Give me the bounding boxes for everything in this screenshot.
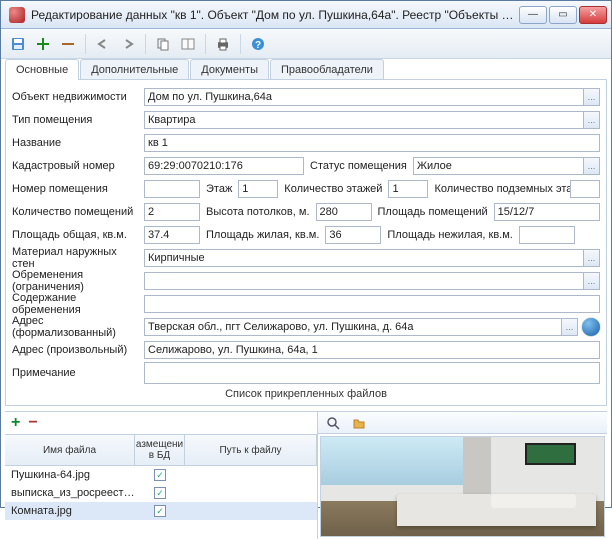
cell-in-db[interactable]: ✓ [135, 469, 185, 482]
toolbar: ? [1, 29, 611, 59]
save-button[interactable] [7, 33, 29, 55]
input-address-formal[interactable]: Тверская обл., пгт Селижарово, ул. Пушки… [144, 318, 562, 336]
table-row[interactable]: Пушкина-64.jpg✓ [5, 466, 317, 484]
redo-button[interactable] [117, 33, 139, 55]
input-note[interactable] [144, 362, 600, 384]
input-address-free[interactable]: Селижарово, ул. Пушкина, 64а, 1 [144, 341, 600, 359]
cell-filename: Пушкина-64.jpg [5, 469, 135, 481]
svg-text:?: ? [255, 40, 261, 51]
attach-add-button[interactable]: + [9, 414, 22, 432]
label-room-number: Номер помещения [12, 183, 144, 195]
tab-additional[interactable]: Дополнительные [80, 59, 189, 80]
input-ceiling[interactable]: 280 [316, 203, 372, 221]
picker-encumbrances[interactable]: … [584, 272, 600, 290]
label-floor-count: Количество этажей [278, 183, 388, 195]
cell-in-db[interactable]: ✓ [135, 505, 185, 518]
delete-button[interactable] [57, 33, 79, 55]
label-floor: Этаж [200, 183, 238, 195]
label-note: Примечание [12, 367, 144, 379]
book-button[interactable] [177, 33, 199, 55]
label-living-area: Площадь жилая, кв.м. [200, 229, 325, 241]
input-room-status[interactable]: Жилое [413, 157, 584, 175]
attachments-list: + − Имя файла азмещени в БД Путь к файлу… [5, 412, 317, 539]
tab-strip: Основные Дополнительные Документы Правоо… [1, 59, 611, 80]
zoom-button[interactable] [322, 412, 344, 434]
print-button[interactable] [212, 33, 234, 55]
label-encumbrances: Обременения (ограничения) [12, 269, 144, 293]
image-preview[interactable] [320, 436, 605, 537]
input-room-area[interactable]: 15/12/7 [494, 203, 600, 221]
tab-main[interactable]: Основные [5, 59, 79, 80]
picker-object[interactable]: … [584, 88, 600, 106]
label-address-free: Адрес (произвольный) [12, 344, 144, 356]
help-button[interactable]: ? [247, 33, 269, 55]
attachments-heading: Список прикрепленных файлов [12, 385, 600, 403]
label-underground-floors: Количество подземных этажей [428, 183, 570, 195]
input-room-type[interactable]: Квартира [144, 111, 584, 129]
attachments-header: Имя файла азмещени в БД Путь к файлу [5, 434, 317, 466]
picker-wall-material[interactable]: … [584, 249, 600, 267]
input-underground-floors[interactable] [570, 180, 600, 198]
input-name[interactable]: кв 1 [144, 134, 600, 152]
input-total-area[interactable]: 37.4 [144, 226, 200, 244]
input-room-number[interactable] [144, 180, 200, 198]
copy-button[interactable] [152, 33, 174, 55]
label-room-type: Тип помещения [12, 114, 144, 126]
tab-owners[interactable]: Правообладатели [270, 59, 384, 80]
picker-address-formal[interactable]: … [562, 318, 578, 336]
label-wall-material: Материал наружных стен [12, 246, 144, 270]
picker-room-status[interactable]: … [584, 157, 600, 175]
input-room-count[interactable]: 2 [144, 203, 200, 221]
label-room-status: Статус помещения [304, 160, 413, 172]
maximize-button[interactable]: ▭ [549, 6, 577, 24]
input-cadastral[interactable]: 69:29:0070210:176 [144, 157, 304, 175]
input-living-area[interactable]: 36 [325, 226, 381, 244]
label-room-area: Площадь помещений [372, 206, 494, 218]
attach-remove-button[interactable]: − [26, 414, 39, 432]
tab-documents[interactable]: Документы [190, 59, 269, 80]
titlebar: Редактирование данных "кв 1". Объект "До… [1, 1, 611, 29]
label-ceiling: Высота потолков, м. [200, 206, 316, 218]
picker-room-type[interactable]: … [584, 111, 600, 129]
col-path[interactable]: Путь к файлу [185, 435, 317, 465]
input-floor-count[interactable]: 1 [388, 180, 428, 198]
label-object: Объект недвижимости [12, 91, 144, 103]
open-folder-button[interactable] [348, 412, 370, 434]
label-total-area: Площадь общая, кв.м. [12, 229, 144, 241]
input-encumbrances[interactable] [144, 272, 584, 290]
add-button[interactable] [32, 33, 54, 55]
label-cadastral: Кадастровый номер [12, 160, 144, 172]
label-address-formal: Адрес (формализованный) [12, 315, 144, 339]
attachments-area: + − Имя файла азмещени в БД Путь к файлу… [5, 411, 607, 539]
close-button[interactable]: ✕ [579, 6, 607, 24]
label-name: Название [12, 137, 144, 149]
input-non-living-area[interactable] [519, 226, 575, 244]
app-icon [9, 7, 25, 23]
globe-icon[interactable] [582, 318, 600, 336]
label-room-count: Количество помещений [12, 206, 144, 218]
table-row[interactable]: Комната.jpg✓ [5, 502, 317, 520]
form-panel: Объект недвижимости Дом по ул. Пушкина,6… [5, 79, 607, 406]
input-object[interactable]: Дом по ул. Пушкина,64а [144, 88, 584, 106]
table-row[interactable]: выписка_из_росреестра.pdf✓ [5, 484, 317, 502]
input-wall-material[interactable]: Кирпичные [144, 249, 584, 267]
cell-filename: Комната.jpg [5, 505, 135, 517]
preview-panel [317, 412, 607, 539]
col-filename[interactable]: Имя файла [5, 435, 135, 465]
input-floor[interactable]: 1 [238, 180, 278, 198]
label-encumbrance-content: Содержание обременения [12, 292, 144, 316]
undo-button[interactable] [92, 33, 114, 55]
label-non-living-area: Площадь нежилая, кв.м. [381, 229, 518, 241]
input-encumbrance-content[interactable] [144, 295, 600, 313]
window-title: Редактирование данных "кв 1". Объект "До… [31, 8, 519, 22]
cell-in-db[interactable]: ✓ [135, 487, 185, 500]
cell-filename: выписка_из_росреестра.pdf [5, 487, 135, 499]
minimize-button[interactable]: — [519, 6, 547, 24]
col-in-db[interactable]: азмещени в БД [135, 435, 185, 465]
